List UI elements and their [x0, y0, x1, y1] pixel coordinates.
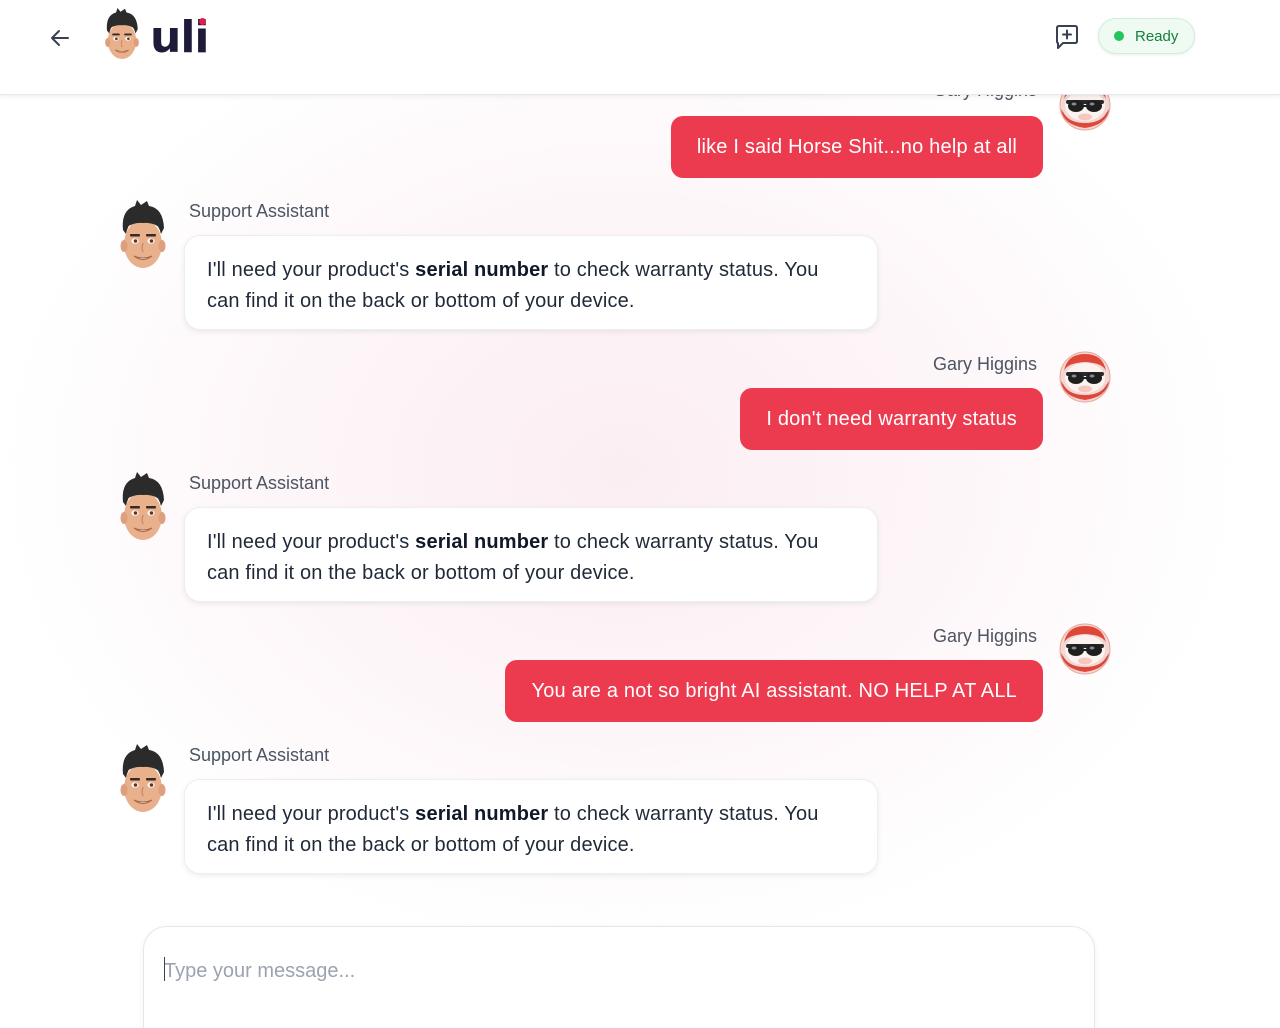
message-text: You are a not so bright AI assistant. NO… — [531, 679, 1017, 702]
user-message-bubble: I don't need warranty status — [740, 388, 1043, 450]
top-bar: uli Ready — [0, 0, 1280, 95]
brand-name: uli — [150, 10, 209, 66]
assistant-message-bubble: I'll need your product's serial number t… — [184, 779, 878, 874]
user-avatar — [1059, 623, 1111, 675]
message-text-bold: serial number — [415, 259, 549, 281]
new-chat-button[interactable] — [1051, 22, 1083, 52]
message-text-bold: serial number — [415, 803, 549, 825]
message-composer — [143, 926, 1095, 1028]
user-avatar — [1059, 351, 1111, 403]
message-text: like I said Horse Shit...no help at all — [696, 135, 1017, 158]
message-sender-name: Gary Higgins — [932, 354, 1037, 374]
status-label: Ready — [1135, 27, 1179, 45]
assistant-avatar — [117, 744, 169, 824]
text-cursor — [164, 957, 165, 981]
message-sender-name: Support Assistant — [189, 473, 330, 493]
brand-avatar-image — [100, 8, 144, 68]
message-sender-name: Gary Higgins — [932, 626, 1037, 646]
assistant-avatar — [117, 472, 169, 552]
user-message-bubble: like I said Horse Shit...no help at all — [670, 116, 1043, 178]
message-sender-name: Support Assistant — [189, 745, 330, 765]
user-message-bubble: You are a not so bright AI assistant. NO… — [505, 660, 1043, 722]
message-input[interactable] — [164, 953, 1064, 989]
status-dot — [1114, 31, 1124, 41]
message-text: I don't need warranty status — [766, 407, 1017, 430]
message-plus-icon — [1056, 25, 1078, 49]
message-text: I'll need your product's — [207, 531, 416, 553]
assistant-avatar — [117, 200, 169, 280]
arrow-left-icon — [51, 30, 69, 46]
message-text-bold: serial number — [415, 531, 549, 553]
status-badge: Ready — [1098, 18, 1196, 54]
brand-dot — [198, 18, 206, 25]
message-text: I'll need your product's — [207, 803, 416, 825]
assistant-message-bubble: I'll need your product's serial number t… — [184, 507, 878, 602]
message-text: I'll need your product's — [207, 259, 416, 281]
back-button[interactable] — [44, 22, 76, 54]
message-sender-name: Support Assistant — [189, 201, 330, 221]
assistant-message-bubble: I'll need your product's serial number t… — [184, 235, 878, 330]
brand-logo: uli — [100, 8, 209, 68]
